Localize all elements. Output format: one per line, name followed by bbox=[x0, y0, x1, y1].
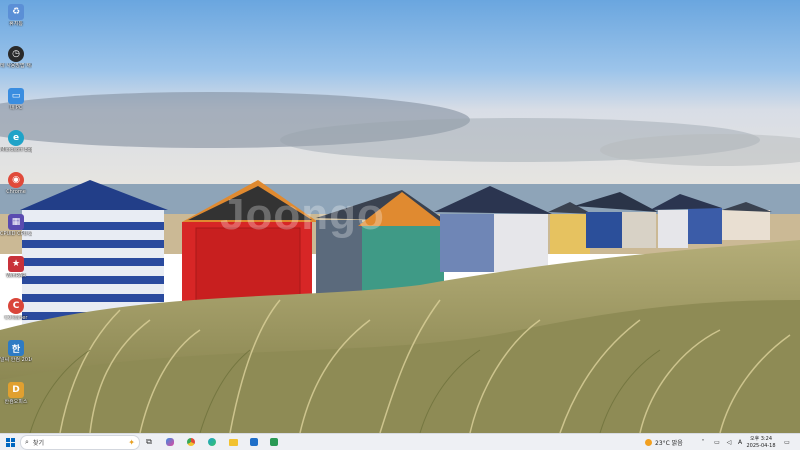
desktop-icon-label: WinRAR bbox=[6, 273, 26, 279]
desktop-icon-label: 알씨 한컴 2010 bbox=[0, 357, 32, 363]
pc-icon: ▭ bbox=[8, 88, 24, 104]
volume-icon[interactable]: ◁ bbox=[724, 436, 734, 448]
weather-text: 23°C 맑음 bbox=[655, 439, 683, 447]
edge-icon: e bbox=[8, 130, 24, 146]
chevron-up-icon[interactable]: ˄ bbox=[698, 436, 708, 448]
clock[interactable]: 오후 3:24 2025-04-18 bbox=[746, 435, 776, 450]
network-icon[interactable]: ▭ bbox=[712, 436, 722, 448]
desktop-icon-ccleaner[interactable]: C CCleaner bbox=[0, 298, 32, 321]
desktop-icon-label: CPUID CPU-Z bbox=[0, 231, 32, 237]
spreadsheet-icon[interactable] bbox=[269, 436, 279, 448]
taskbar-search-box[interactable]: ⌕ 찾기 ✦ bbox=[20, 435, 140, 450]
taskbar: ⌕ 찾기 ✦ ⧉ 23°C 맑음 ˄ ▭ ◁ A 오후 3:24 2025-04… bbox=[0, 433, 800, 450]
search-icon: ⌕ bbox=[25, 438, 29, 446]
cpu-z-icon: ▦ bbox=[8, 214, 24, 230]
desktop-icon-label: 내 PC bbox=[9, 105, 23, 111]
office-icon: D bbox=[8, 382, 24, 398]
search-placeholder: 찾기 bbox=[32, 440, 44, 447]
hancom-icon: 한 bbox=[8, 340, 24, 356]
outlook-icon[interactable] bbox=[249, 436, 259, 448]
clock-date: 2025-04-18 bbox=[746, 442, 776, 449]
clock-time: 오후 3:24 bbox=[749, 435, 773, 442]
desktop-icon-column: ♻ 휴지통 ◷ 테 사용방법 재시... ▭ 내 PC e Microsoft … bbox=[0, 0, 34, 433]
desktop-icon-chrome[interactable]: ◉ Chrome bbox=[0, 172, 32, 195]
watermark-text: Joongo bbox=[220, 190, 385, 239]
wallpaper-beach-huts bbox=[0, 0, 800, 433]
desktop-icon-label: 테 사용방법 재시... bbox=[0, 63, 32, 69]
task-view-icon[interactable]: ⧉ bbox=[144, 436, 154, 448]
ccleaner-icon: C bbox=[8, 298, 24, 314]
desktop-icon-edge[interactable]: e Microsoft Edge bbox=[0, 130, 32, 153]
desktop-icon-label: Chrome bbox=[6, 189, 26, 195]
desktop-icon-recycle-bin[interactable]: ♻ 휴지통 bbox=[0, 4, 32, 27]
desktop-icon-label: CCleaner bbox=[4, 315, 28, 321]
start-button[interactable] bbox=[4, 436, 16, 448]
desktop-icon-label: Microsoft Edge bbox=[0, 147, 32, 153]
desktop: Joongo ♻ 휴지통 ◷ 테 사용방법 재시... ▭ 내 PC e Mic… bbox=[0, 0, 800, 433]
desktop-icon-shortcut[interactable]: ◷ 테 사용방법 재시... bbox=[0, 46, 32, 69]
file-explorer-icon[interactable] bbox=[228, 436, 238, 448]
notification-icon[interactable]: ▭ bbox=[782, 436, 792, 448]
winrar-icon: ★ bbox=[8, 256, 24, 272]
windows-logo-icon bbox=[5, 437, 15, 447]
clock-icon: ◷ bbox=[8, 46, 24, 62]
desktop-icon-cpu-z[interactable]: ▦ CPUID CPU-Z bbox=[0, 214, 32, 237]
desktop-icon-hancom[interactable]: 한 알씨 한컴 2010 bbox=[0, 340, 32, 363]
desktop-icon-winrar[interactable]: ★ WinRAR bbox=[0, 256, 32, 279]
desktop-icon-office[interactable]: D 한컴오피스 bbox=[0, 382, 32, 405]
desktop-icon-this-pc[interactable]: ▭ 내 PC bbox=[0, 88, 32, 111]
desktop-icon-label: 휴지통 bbox=[9, 21, 23, 27]
chrome-icon: ◉ bbox=[8, 172, 24, 188]
recycle-bin-icon: ♻ bbox=[8, 4, 24, 20]
weather-widget[interactable]: 23°C 맑음 bbox=[645, 436, 693, 448]
edge-taskbar-icon[interactable] bbox=[207, 436, 217, 448]
chrome-taskbar-icon[interactable] bbox=[186, 436, 196, 448]
copilot-sparkle-icon: ✦ bbox=[128, 438, 135, 447]
desktop-icon-label: 한컴오피스 bbox=[4, 399, 28, 405]
input-language-indicator[interactable]: A bbox=[736, 436, 744, 448]
copilot-icon[interactable] bbox=[165, 436, 175, 448]
sun-icon bbox=[645, 438, 652, 446]
